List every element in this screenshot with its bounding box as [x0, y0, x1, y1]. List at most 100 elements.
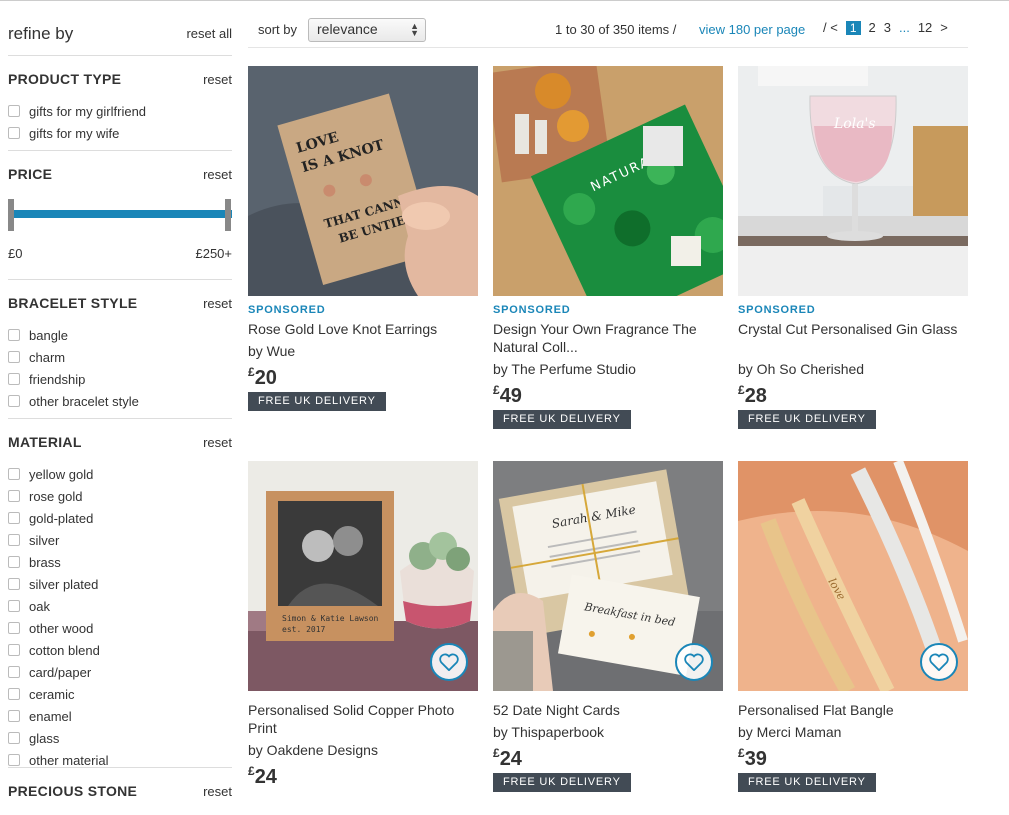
product-seller[interactable]: by The Perfume Studio [493, 361, 636, 377]
divider [8, 150, 232, 151]
divider [8, 55, 232, 56]
filter-option[interactable]: gold-plated [8, 509, 93, 527]
checkbox[interactable] [8, 688, 20, 700]
filter-option[interactable]: silver [8, 531, 59, 549]
checkbox[interactable] [8, 644, 20, 656]
product-seller[interactable]: by Merci Maman [738, 724, 841, 740]
price-slider-min-handle[interactable] [8, 199, 14, 231]
checkbox[interactable] [8, 105, 20, 117]
product-seller[interactable]: by Oh So Cherished [738, 361, 864, 377]
precious-stone-title: PRECIOUS STONE [8, 783, 138, 799]
checkbox[interactable] [8, 512, 20, 524]
filter-option[interactable]: charm [8, 348, 65, 366]
reset-all-link[interactable]: reset all [186, 26, 232, 41]
product-image[interactable]: Sarah & Mike Breakfast in bed [493, 461, 723, 691]
filter-option-label: gold-plated [29, 510, 94, 526]
filter-option[interactable]: oak [8, 597, 50, 615]
filter-option[interactable]: rose gold [8, 487, 82, 505]
product-seller[interactable]: by Thispaperbook [493, 724, 604, 740]
checkbox[interactable] [8, 127, 20, 139]
product-name[interactable]: Rose Gold Love Knot Earrings [248, 320, 478, 338]
pagination-current-page[interactable]: 1 [845, 20, 861, 35]
favourite-heart-button[interactable] [920, 643, 958, 681]
filter-option[interactable]: ceramic [8, 685, 75, 703]
filter-option-label: silver [29, 532, 60, 548]
product-card: LOVE IS A KNOT THAT CANNOT BE UNTIED SPO… [248, 66, 478, 411]
filter-option-label: other bracelet style [29, 393, 139, 409]
filter-option-label: ceramic [29, 686, 75, 702]
price-slider-max-handle[interactable] [225, 199, 231, 231]
filter-option[interactable]: glass [8, 729, 59, 747]
product-image[interactable]: NATURAL [493, 66, 723, 296]
material-reset[interactable]: reset [203, 435, 232, 450]
divider [8, 418, 232, 419]
filter-option[interactable]: bangle [8, 326, 68, 344]
price-value: 39 [744, 748, 767, 770]
checkbox[interactable] [8, 329, 20, 341]
price-value: 28 [744, 385, 767, 407]
view-per-page-link[interactable]: view 180 per page [699, 22, 805, 37]
product-name[interactable]: Design Your Own Fragrance The Natural Co… [493, 320, 723, 356]
pagination-prev[interactable]: / < [823, 20, 838, 35]
filter-option[interactable]: brass [8, 553, 61, 571]
product-image[interactable]: love [738, 461, 968, 691]
product-name[interactable]: Personalised Flat Bangle [738, 701, 968, 719]
price-value: 24 [254, 766, 277, 788]
sponsored-label: SPONSORED [248, 304, 326, 316]
sort-label: sort by [258, 22, 298, 37]
product-name[interactable]: 52 Date Night Cards [493, 701, 723, 719]
price-title: PRICE [8, 166, 53, 182]
filter-option[interactable]: gifts for my wife [8, 124, 119, 142]
checkbox[interactable] [8, 600, 20, 612]
product-name[interactable]: Personalised Solid Copper Photo Print [248, 701, 478, 737]
checkbox[interactable] [8, 468, 20, 480]
product-image[interactable]: LOVE IS A KNOT THAT CANNOT BE UNTIED [248, 66, 478, 296]
filter-option[interactable]: cotton blend [8, 641, 100, 659]
checkbox[interactable] [8, 732, 20, 744]
checkbox[interactable] [8, 395, 20, 407]
favourite-heart-button[interactable] [675, 643, 713, 681]
checkbox[interactable] [8, 622, 20, 634]
filter-option[interactable]: enamel [8, 707, 72, 725]
price-reset[interactable]: reset [203, 167, 232, 182]
pagination-page[interactable]: 2 [869, 20, 876, 35]
product-card: Simon & Katie Lawson est. 2017 Personali… [248, 461, 478, 788]
checkbox[interactable] [8, 351, 20, 363]
filter-option[interactable]: other bracelet style [8, 392, 139, 410]
pagination-next[interactable]: > [940, 20, 948, 35]
checkbox[interactable] [8, 373, 20, 385]
product-seller[interactable]: by Wue [248, 343, 295, 359]
checkbox[interactable] [8, 710, 20, 722]
items-count: 1 to 30 of 350 items / [555, 22, 677, 37]
filter-option[interactable]: gifts for my girlfriend [8, 102, 146, 120]
filter-option[interactable]: other wood [8, 619, 93, 637]
filter-option[interactable]: silver plated [8, 575, 98, 593]
bracelet-style-reset[interactable]: reset [203, 296, 232, 311]
precious-stone-reset[interactable]: reset [203, 784, 232, 799]
filter-option-label: other wood [29, 620, 94, 636]
checkbox[interactable] [8, 534, 20, 546]
product-seller[interactable]: by Oakdene Designs [248, 742, 378, 758]
product-image[interactable]: Lola's [738, 66, 968, 296]
divider [8, 279, 232, 280]
filter-option-label: yellow gold [29, 466, 94, 482]
product-name[interactable]: Crystal Cut Personalised Gin Glass [738, 320, 968, 338]
favourite-heart-button[interactable] [430, 643, 468, 681]
checkbox[interactable] [8, 490, 20, 502]
checkbox[interactable] [8, 556, 20, 568]
product-price: £49 [493, 383, 522, 408]
filter-option[interactable]: friendship [8, 370, 85, 388]
filter-option[interactable]: card/paper [8, 663, 91, 681]
pagination-last-page[interactable]: 12 [918, 20, 932, 35]
product-image[interactable]: Simon & Katie Lawson est. 2017 [248, 461, 478, 691]
product-type-reset[interactable]: reset [203, 72, 232, 87]
checkbox[interactable] [8, 666, 20, 678]
checkbox[interactable] [8, 578, 20, 590]
photo-caption-line: est. 2017 [282, 625, 326, 634]
filter-option[interactable]: yellow gold [8, 465, 93, 483]
filter-option-label: card/paper [29, 664, 92, 680]
sort-select[interactable]: relevance ▲ ▼ [308, 18, 426, 42]
checkbox[interactable] [8, 754, 20, 766]
price-slider-track[interactable] [8, 210, 232, 218]
pagination-page[interactable]: 3 [884, 20, 891, 35]
